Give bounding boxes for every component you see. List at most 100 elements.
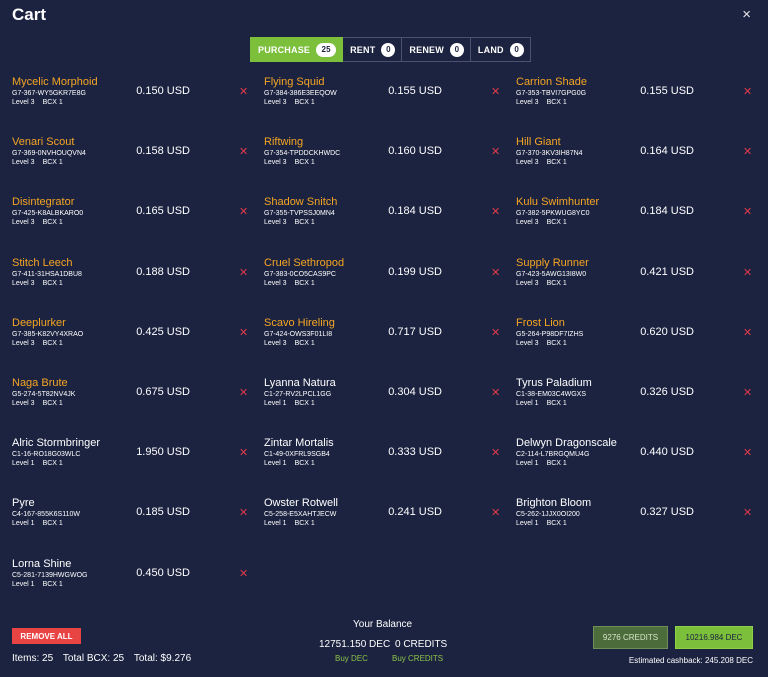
item-level: Level 3 (12, 280, 35, 287)
cart-item: Lorna Shine C5-281-7139HWGWOG Level 1 BCX 1… (0, 555, 252, 611)
item-level: Level 3 (516, 280, 539, 287)
tab-rent[interactable]: RENT 0 (343, 37, 403, 62)
item-price: 0.241 USD (388, 506, 442, 518)
item-uid: G7-367-WY5GKR7E8G (12, 90, 86, 97)
remove-item-icon[interactable]: ✕ (743, 506, 752, 519)
remove-item-icon[interactable]: ✕ (491, 205, 500, 218)
cart-item: Frost Lion G5-264-P98DF7IZHS Level 3 BCX 1 0… (504, 314, 756, 370)
item-name: Venari Scout (12, 136, 75, 148)
cart-item: Delwyn Dragonscale C2-114-L7BRGQMU4G Level… (504, 434, 756, 490)
remove-item-icon[interactable]: ✕ (491, 145, 500, 158)
item-name: Alric Stormbringer (12, 437, 101, 449)
item-name: Mycelic Morphoid (12, 76, 98, 88)
remove-item-icon[interactable]: ✕ (491, 266, 500, 279)
item-price: 0.155 USD (640, 85, 694, 97)
item-level: Level 3 (12, 400, 35, 407)
remove-item-icon[interactable]: ✕ (491, 85, 500, 98)
item-meta: Level 1 BCX 1 (264, 460, 315, 467)
item-name: Lyanna Natura (264, 377, 336, 389)
remove-item-icon[interactable]: ✕ (239, 386, 248, 399)
item-name: Tyrus Paladium (516, 377, 592, 389)
item-bcx: BCX 1 (42, 280, 63, 287)
tab-land[interactable]: LAND 0 (470, 37, 531, 62)
item-uid: G7-382-5PKWUG8YC0 (516, 210, 590, 217)
item-name: Owster Rotwell (264, 497, 338, 509)
cart-item: Hill Giant G7-370-3KV3IH87N4 Level 3 BCX 1 0… (504, 133, 756, 189)
cart-item: Brighton Bloom C5-262-1JJX0OI200 Level 1 BC… (504, 494, 756, 550)
item-price: 0.450 USD (136, 567, 190, 579)
item-meta: Level 3 BCX 1 (264, 159, 315, 166)
item-meta: Level 3 BCX 1 (12, 340, 63, 347)
item-name: Riftwing (264, 136, 304, 148)
tab-purchase[interactable]: PURCHASE 25 (250, 37, 344, 62)
item-bcx: BCX 1 (294, 159, 315, 166)
cart-item: Scavo Hireling G7-424-OWS3F01LI8 Level 3 BC… (252, 314, 504, 370)
item-price: 0.185 USD (136, 506, 190, 518)
remove-item-icon[interactable]: ✕ (743, 386, 752, 399)
item-price: 0.333 USD (388, 446, 442, 458)
item-meta: Level 3 BCX 1 (516, 99, 567, 106)
item-level: Level 1 (264, 460, 287, 467)
item-price: 0.155 USD (388, 85, 442, 97)
item-meta: Level 1 BCX 1 (264, 520, 315, 527)
item-meta: Level 1 BCX 1 (264, 400, 315, 407)
remove-item-icon[interactable]: ✕ (491, 446, 500, 459)
buy-credits-link[interactable]: Buy CREDITS (392, 654, 443, 663)
remove-item-icon[interactable]: ✕ (239, 205, 248, 218)
remove-item-icon[interactable]: ✕ (743, 446, 752, 459)
cart-summary: Items: 25 Total BCX: 25 Total: $9.276 (12, 653, 191, 664)
remove-item-icon[interactable]: ✕ (239, 567, 248, 580)
remove-item-icon[interactable]: ✕ (239, 506, 248, 519)
item-bcx: BCX 1 (294, 520, 315, 527)
item-bcx: BCX 1 (294, 99, 315, 106)
cart-item: Flying Squid G7-384-386E3EEQOW Level 3 BCX … (252, 73, 504, 129)
buy-dec-link[interactable]: Buy DEC (335, 654, 368, 663)
item-meta: Level 3 BCX 1 (516, 340, 567, 347)
item-meta: Level 3 BCX 1 (516, 280, 567, 287)
remove-item-icon[interactable]: ✕ (239, 145, 248, 158)
item-meta: Level 1 BCX 1 (516, 400, 567, 407)
remove-item-icon[interactable]: ✕ (491, 386, 500, 399)
close-icon[interactable]: × (742, 6, 751, 23)
item-name: Naga Brute (12, 377, 68, 389)
remove-item-icon[interactable]: ✕ (743, 205, 752, 218)
item-uid: G7-383-0CO5CAS9PC (264, 271, 336, 278)
item-price: 0.717 USD (388, 326, 442, 338)
remove-item-icon[interactable]: ✕ (239, 266, 248, 279)
cart-item: Zintar Mortalis C1-49-0XFRL9SGB4 Level 1 BC… (252, 434, 504, 490)
remove-item-icon[interactable]: ✕ (743, 326, 752, 339)
tab-renew[interactable]: RENEW 0 (402, 37, 471, 62)
pay-with-dec-button[interactable]: 10216.984 DEC (675, 626, 753, 649)
tab-count-badge: 0 (509, 42, 524, 57)
item-name: Flying Squid (264, 76, 325, 88)
item-price: 0.165 USD (136, 205, 190, 217)
item-uid: C5-262-1JJX0OI200 (516, 511, 580, 518)
tab-label: RENEW (409, 44, 444, 55)
item-meta: Level 3 BCX 1 (516, 159, 567, 166)
item-uid: G5-264-P98DF7IZHS (516, 331, 584, 338)
item-uid: G7-423-5AWG13I8W0 (516, 271, 587, 278)
item-level: Level 3 (264, 280, 287, 287)
remove-item-icon[interactable]: ✕ (743, 85, 752, 98)
item-level: Level 3 (264, 99, 287, 106)
tab-count-badge: 25 (316, 42, 337, 57)
pay-with-credits-button[interactable]: 9276 CREDITS (593, 626, 668, 649)
item-level: Level 3 (264, 340, 287, 347)
remove-item-icon[interactable]: ✕ (239, 446, 248, 459)
balance-title: Your Balance (353, 619, 413, 630)
remove-item-icon[interactable]: ✕ (491, 326, 500, 339)
item-price: 0.184 USD (640, 205, 694, 217)
remove-item-icon[interactable]: ✕ (743, 266, 752, 279)
item-meta: Level 3 BCX 1 (12, 99, 63, 106)
remove-item-icon[interactable]: ✕ (491, 506, 500, 519)
remove-item-icon[interactable]: ✕ (743, 145, 752, 158)
item-bcx: BCX 1 (546, 159, 567, 166)
remove-all-button[interactable]: REMOVE ALL (12, 628, 81, 644)
cart-item: Carrion Shade G7-353-TBVI7GPG0G Level 3 BCX… (504, 73, 756, 129)
item-name: Brighton Bloom (516, 497, 592, 509)
item-price: 0.164 USD (640, 145, 694, 157)
remove-item-icon[interactable]: ✕ (239, 326, 248, 339)
item-price: 0.421 USD (640, 266, 694, 278)
remove-item-icon[interactable]: ✕ (239, 85, 248, 98)
item-uid: C1-49-0XFRL9SGB4 (264, 451, 330, 458)
